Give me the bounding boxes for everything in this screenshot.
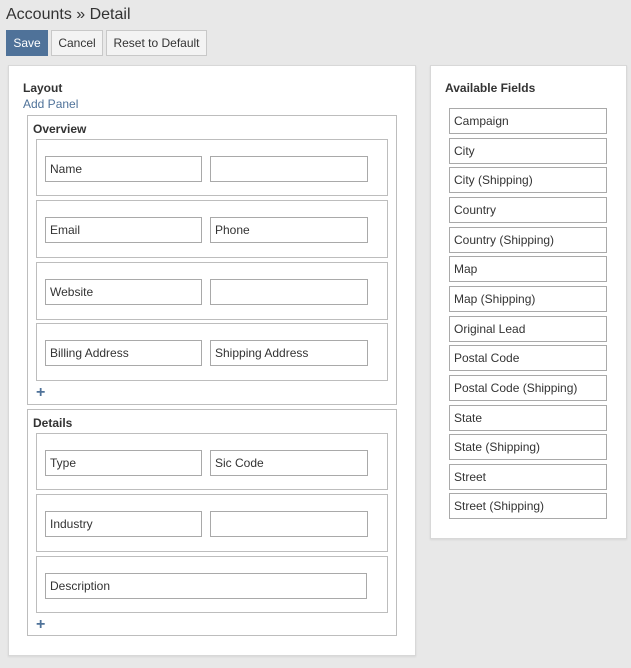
available-field-item[interactable]: City [449, 137, 607, 164]
field-cell[interactable]: Billing Address [45, 340, 202, 366]
available-field-item[interactable]: Map (Shipping) [449, 285, 607, 312]
empty-field-cell[interactable] [210, 156, 368, 182]
empty-field-cell[interactable] [210, 279, 368, 305]
plus-icon[interactable]: + [36, 617, 45, 633]
available-fields-panel: Available Fields Campaign City City (Shipp… [430, 65, 627, 539]
field-cell[interactable]: Description [45, 573, 367, 599]
layout-panel: Layout Add Panel Overview Name Email Pho… [8, 65, 416, 656]
save-button[interactable]: Save [6, 30, 48, 56]
field-cell[interactable]: Website [45, 279, 202, 305]
available-field-item[interactable]: Street [449, 463, 607, 490]
available-fields-heading: Available Fields [445, 81, 536, 95]
field-cell[interactable]: Name [45, 156, 202, 182]
available-field-item[interactable]: Campaign [449, 108, 607, 134]
field-cell[interactable]: Shipping Address [210, 340, 368, 366]
available-field-item[interactable]: Map [449, 256, 607, 283]
available-field-item[interactable]: Country [449, 196, 607, 223]
empty-field-cell[interactable] [210, 511, 368, 537]
reset-to-default-button[interactable]: Reset to Default [106, 30, 207, 56]
available-field-item[interactable]: State [449, 404, 607, 431]
available-field-item[interactable]: Country (Shipping) [449, 226, 607, 253]
layout-row: Website [36, 262, 388, 320]
panel-title[interactable]: Overview [33, 122, 86, 136]
panel-overview: Overview Name Email Phone Website Billin… [27, 115, 397, 405]
field-cell[interactable]: Sic Code [210, 450, 368, 476]
field-cell[interactable]: Phone [210, 217, 368, 243]
panel-title[interactable]: Details [33, 416, 72, 430]
add-panel-link[interactable]: Add Panel [23, 97, 78, 111]
layout-row: Industry [36, 494, 388, 552]
page-title: Accounts » Detail [6, 6, 131, 23]
available-field-item[interactable]: Street (Shipping) [449, 493, 607, 520]
field-cell[interactable]: Industry [45, 511, 202, 537]
available-field-item[interactable]: Postal Code (Shipping) [449, 374, 607, 401]
plus-icon[interactable]: + [36, 385, 45, 401]
available-field-item[interactable]: State (Shipping) [449, 434, 607, 461]
layout-row: Name [36, 139, 388, 196]
field-cell[interactable]: Email [45, 217, 202, 243]
layout-row: Type Sic Code [36, 433, 388, 490]
available-field-item[interactable]: City (Shipping) [449, 167, 607, 194]
layout-row: Description [36, 556, 388, 613]
cancel-button[interactable]: Cancel [51, 30, 103, 56]
available-field-item[interactable]: Original Lead [449, 315, 607, 342]
field-cell[interactable]: Type [45, 450, 202, 476]
available-field-item[interactable]: Postal Code [449, 345, 607, 372]
layout-row: Email Phone [36, 200, 388, 258]
layout-row: Billing Address Shipping Address [36, 323, 388, 381]
layout-heading: Layout [23, 81, 63, 95]
panel-details: Details Type Sic Code Industry Descripti… [27, 409, 397, 636]
